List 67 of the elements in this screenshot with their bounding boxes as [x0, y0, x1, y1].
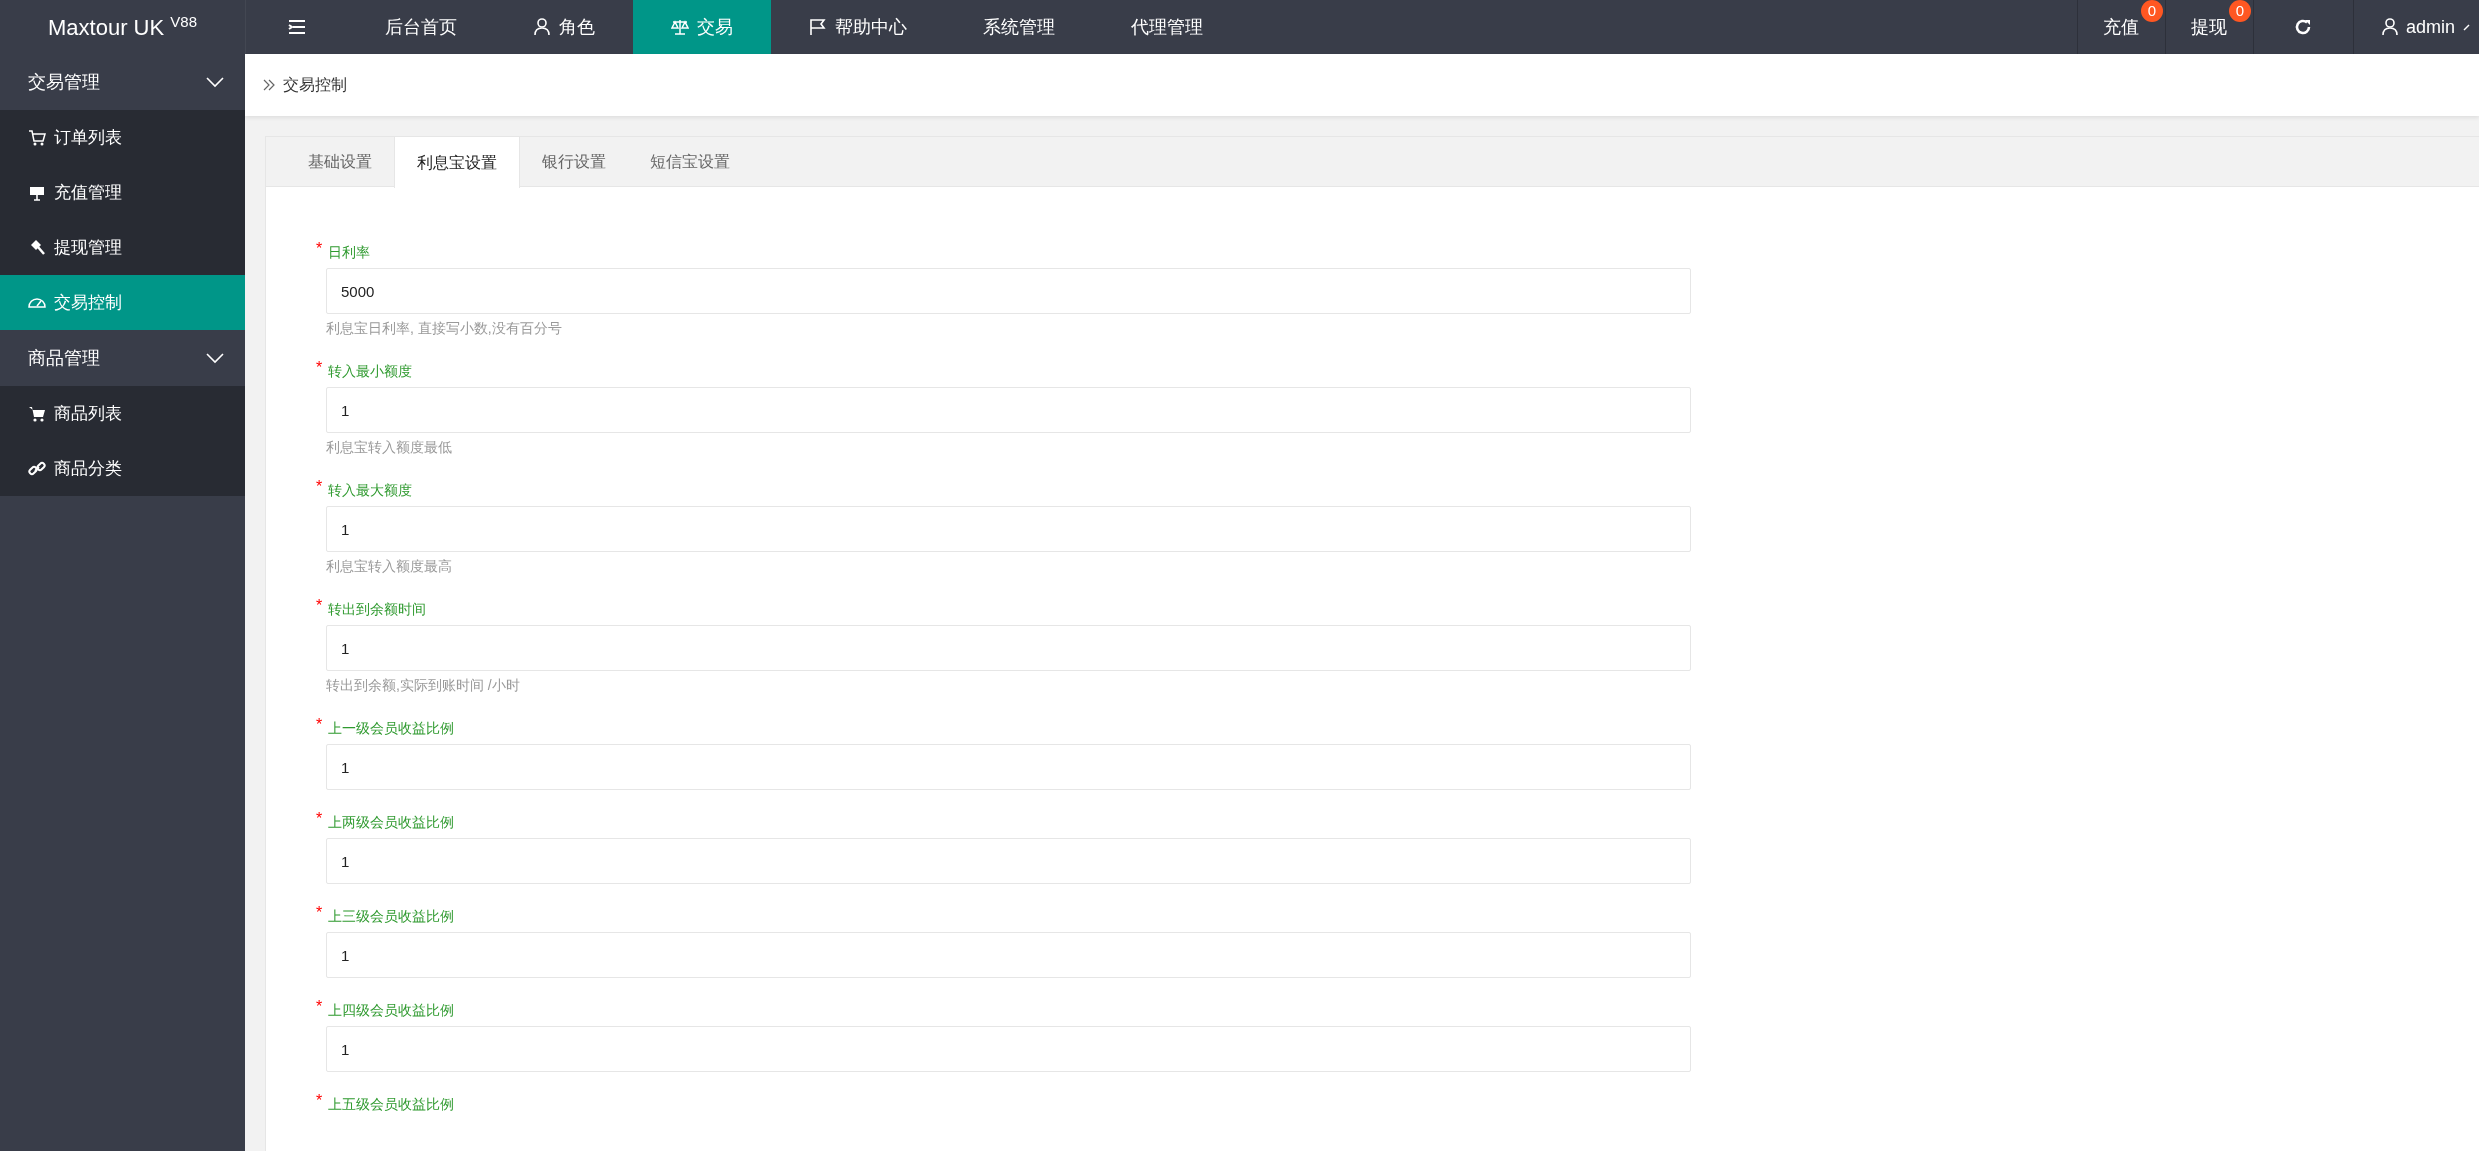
sidebar-item[interactable]: 订单列表 — [0, 110, 245, 165]
count-badge: 0 — [2140, 0, 2163, 22]
field-hint: 转出到余额,实际到账时间 /小时 — [326, 676, 521, 695]
user-icon — [533, 18, 551, 36]
nav-tab[interactable]: 帮助中心 — [771, 0, 945, 54]
field-label: 上一级会员收益比例 — [328, 719, 455, 738]
required-asterisk: * — [316, 1000, 323, 1014]
field-hint: 利息宝转入额度最高 — [326, 557, 453, 576]
gauge-icon — [28, 297, 46, 308]
field-hint: 利息宝转入额度最低 — [326, 438, 453, 457]
sidebar-item[interactable]: 交易控制 — [0, 275, 245, 330]
input-field[interactable]: 1 — [326, 1026, 1691, 1072]
breadcrumb: 交易控制 — [283, 75, 347, 95]
count-badge: 0 — [2228, 0, 2251, 22]
refresh-icon — [2294, 18, 2313, 36]
input-field[interactable]: 5000 — [326, 268, 1691, 314]
nav-link[interactable]: 充值 — [2103, 13, 2140, 41]
tab[interactable]: 短信宝设置 — [628, 137, 752, 186]
required-asterisk: * — [316, 906, 323, 920]
flag-icon — [809, 18, 827, 36]
caret-icon — [2463, 23, 2473, 31]
input-field[interactable]: 1 — [326, 387, 1691, 433]
nav-tab[interactable]: 角色 — [495, 0, 633, 54]
input-field[interactable]: 1 — [326, 838, 1691, 884]
tab[interactable]: 银行设置 — [520, 137, 628, 186]
field-hint: 利息宝日利率, 直接写小数,没有百分号 — [326, 319, 563, 338]
field-label: 转出到余额时间 — [328, 600, 427, 619]
tab[interactable]: 利息宝设置 — [394, 137, 520, 188]
field-label: 转入最大额度 — [328, 481, 413, 500]
field-label: 上四级会员收益比例 — [328, 1001, 455, 1020]
menu-icon — [287, 20, 306, 34]
tab[interactable]: 基础设置 — [286, 137, 394, 186]
nav-tab[interactable]: 后台首页 — [347, 0, 495, 54]
required-asterisk: * — [316, 718, 323, 732]
field-label: 上两级会员收益比例 — [328, 813, 455, 832]
field-label: 日利率 — [328, 243, 371, 262]
required-asterisk: * — [316, 361, 323, 375]
sidebar-item[interactable]: 商品列表 — [0, 386, 245, 441]
nav-tab[interactable]: 系统管理 — [945, 0, 1093, 54]
scale-icon — [671, 18, 689, 36]
sidebar-item[interactable]: 商品分类 — [0, 441, 245, 496]
required-asterisk: * — [316, 812, 323, 826]
user-icon — [2381, 18, 2398, 36]
sidebar-item[interactable]: 充值管理 — [0, 165, 245, 220]
nav-link[interactable]: 提现 — [2191, 13, 2228, 41]
required-asterisk: * — [316, 1094, 323, 1108]
chevron-icon — [205, 76, 225, 88]
input-field[interactable]: 1 — [326, 744, 1691, 790]
required-asterisk: * — [316, 599, 323, 613]
chevron-icon — [205, 352, 225, 364]
double-chevron-icon — [263, 79, 275, 91]
field-label: 上三级会员收益比例 — [328, 907, 455, 926]
link-icon — [28, 459, 46, 478]
input-field[interactable]: 1 — [326, 506, 1691, 552]
field-label: 上五级会员收益比例 — [328, 1095, 455, 1114]
input-field[interactable]: 1 — [326, 932, 1691, 978]
brand-logo: Maxtour UK $^{V88}$ — [48, 12, 197, 42]
cart-icon — [28, 128, 46, 147]
nav-tab[interactable]: 代理管理 — [1093, 0, 1241, 54]
nav-tab[interactable]: 交易 — [633, 0, 771, 54]
cart-icon — [28, 404, 46, 423]
required-asterisk: * — [316, 480, 323, 494]
field-label: 转入最小额度 — [328, 362, 413, 381]
input-field[interactable]: 1 — [326, 625, 1691, 671]
required-asterisk: * — [316, 242, 323, 256]
sidebar-item[interactable]: 提现管理 — [0, 220, 245, 275]
user-name[interactable]: admin — [2405, 13, 2455, 41]
